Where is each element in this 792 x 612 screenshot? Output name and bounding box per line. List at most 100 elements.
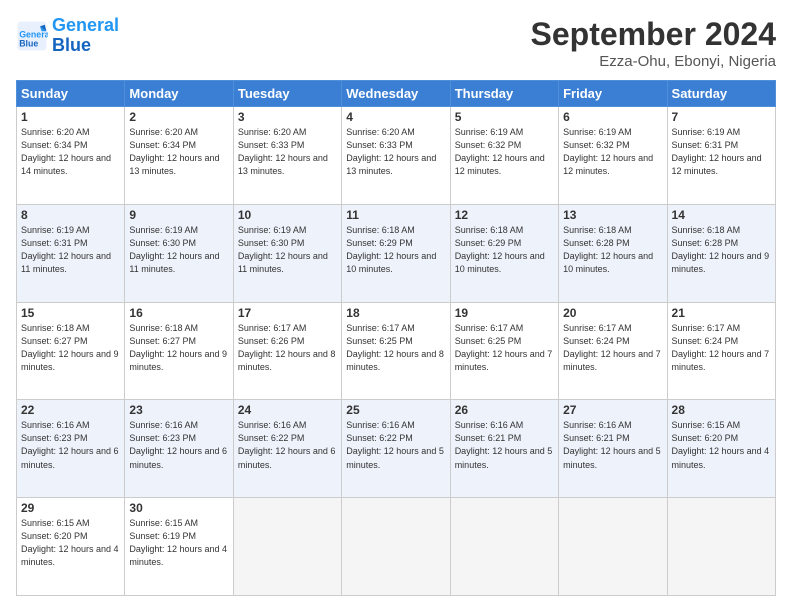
- day-info: Sunrise: 6:19 AMSunset: 6:32 PMDaylight:…: [455, 126, 554, 178]
- day-number: 2: [129, 110, 228, 124]
- col-friday: Friday: [559, 81, 667, 107]
- day-info: Sunrise: 6:17 AMSunset: 6:24 PMDaylight:…: [672, 322, 771, 374]
- day-number: 11: [346, 208, 445, 222]
- table-row: [559, 498, 667, 596]
- day-number: 8: [21, 208, 120, 222]
- table-row: [450, 498, 558, 596]
- day-info: Sunrise: 6:20 AMSunset: 6:33 PMDaylight:…: [238, 126, 337, 178]
- calendar-header-row: Sunday Monday Tuesday Wednesday Thursday…: [17, 81, 776, 107]
- table-row: 3 Sunrise: 6:20 AMSunset: 6:33 PMDaylight…: [233, 107, 341, 205]
- day-info: Sunrise: 6:17 AMSunset: 6:24 PMDaylight:…: [563, 322, 662, 374]
- day-number: 13: [563, 208, 662, 222]
- day-info: Sunrise: 6:15 AMSunset: 6:20 PMDaylight:…: [21, 517, 120, 569]
- day-number: 14: [672, 208, 771, 222]
- day-info: Sunrise: 6:19 AMSunset: 6:30 PMDaylight:…: [129, 224, 228, 276]
- table-row: 29 Sunrise: 6:15 AMSunset: 6:20 PMDayligh…: [17, 498, 125, 596]
- col-tuesday: Tuesday: [233, 81, 341, 107]
- title-block: September 2024 Ezza-Ohu, Ebonyi, Nigeria: [531, 16, 776, 70]
- page: General Blue General Blue September 2024…: [0, 0, 792, 612]
- day-number: 22: [21, 403, 120, 417]
- table-row: 5 Sunrise: 6:19 AMSunset: 6:32 PMDaylight…: [450, 107, 558, 205]
- day-number: 3: [238, 110, 337, 124]
- day-info: Sunrise: 6:19 AMSunset: 6:30 PMDaylight:…: [238, 224, 337, 276]
- table-row: 8Sunrise: 6:19 AMSunset: 6:31 PMDaylight…: [17, 204, 125, 302]
- table-row: [233, 498, 341, 596]
- day-info: Sunrise: 6:16 AMSunset: 6:23 PMDaylight:…: [21, 419, 120, 471]
- day-number: 26: [455, 403, 554, 417]
- day-number: 25: [346, 403, 445, 417]
- calendar-week-row: 8Sunrise: 6:19 AMSunset: 6:31 PMDaylight…: [17, 204, 776, 302]
- day-info: Sunrise: 6:17 AMSunset: 6:25 PMDaylight:…: [455, 322, 554, 374]
- table-row: 9 Sunrise: 6:19 AMSunset: 6:30 PMDaylight…: [125, 204, 233, 302]
- day-info: Sunrise: 6:16 AMSunset: 6:21 PMDaylight:…: [563, 419, 662, 471]
- table-row: 7 Sunrise: 6:19 AMSunset: 6:31 PMDaylight…: [667, 107, 775, 205]
- table-row: 1 Sunrise: 6:20 AMSunset: 6:34 PMDaylight…: [17, 107, 125, 205]
- table-row: 26 Sunrise: 6:16 AMSunset: 6:21 PMDayligh…: [450, 400, 558, 498]
- day-info: Sunrise: 6:18 AMSunset: 6:27 PMDaylight:…: [21, 322, 120, 374]
- day-number: 12: [455, 208, 554, 222]
- day-number: 5: [455, 110, 554, 124]
- table-row: 25 Sunrise: 6:16 AMSunset: 6:22 PMDayligh…: [342, 400, 450, 498]
- logo-icon: General Blue: [16, 20, 48, 52]
- day-number: 19: [455, 306, 554, 320]
- day-number: 9: [129, 208, 228, 222]
- table-row: 15 Sunrise: 6:18 AMSunset: 6:27 PMDayligh…: [17, 302, 125, 400]
- day-number: 15: [21, 306, 120, 320]
- day-info: Sunrise: 6:15 AMSunset: 6:19 PMDaylight:…: [129, 517, 228, 569]
- day-info: Sunrise: 6:18 AMSunset: 6:29 PMDaylight:…: [455, 224, 554, 276]
- day-info: Sunrise: 6:16 AMSunset: 6:22 PMDaylight:…: [238, 419, 337, 471]
- table-row: 17 Sunrise: 6:17 AMSunset: 6:26 PMDayligh…: [233, 302, 341, 400]
- calendar-week-row: 15 Sunrise: 6:18 AMSunset: 6:27 PMDayligh…: [17, 302, 776, 400]
- calendar-week-row: 22 Sunrise: 6:16 AMSunset: 6:23 PMDayligh…: [17, 400, 776, 498]
- table-row: 24Sunrise: 6:16 AMSunset: 6:22 PMDayligh…: [233, 400, 341, 498]
- svg-text:Blue: Blue: [19, 38, 38, 48]
- day-number: 1: [21, 110, 120, 124]
- table-row: 10 Sunrise: 6:19 AMSunset: 6:30 PMDayligh…: [233, 204, 341, 302]
- header: General Blue General Blue September 2024…: [16, 16, 776, 70]
- day-number: 10: [238, 208, 337, 222]
- day-info: Sunrise: 6:19 AMSunset: 6:31 PMDaylight:…: [672, 126, 771, 178]
- table-row: 20 Sunrise: 6:17 AMSunset: 6:24 PMDayligh…: [559, 302, 667, 400]
- day-number: 21: [672, 306, 771, 320]
- day-number: 17: [238, 306, 337, 320]
- table-row: 23 Sunrise: 6:16 AMSunset: 6:23 PMDayligh…: [125, 400, 233, 498]
- day-info: Sunrise: 6:20 AMSunset: 6:33 PMDaylight:…: [346, 126, 445, 178]
- day-info: Sunrise: 6:20 AMSunset: 6:34 PMDaylight:…: [21, 126, 120, 178]
- table-row: 6 Sunrise: 6:19 AMSunset: 6:32 PMDaylight…: [559, 107, 667, 205]
- table-row: 18Sunrise: 6:17 AMSunset: 6:25 PMDayligh…: [342, 302, 450, 400]
- table-row: 14 Sunrise: 6:18 AMSunset: 6:28 PMDayligh…: [667, 204, 775, 302]
- day-info: Sunrise: 6:19 AMSunset: 6:32 PMDaylight:…: [563, 126, 662, 178]
- col-sunday: Sunday: [17, 81, 125, 107]
- table-row: [342, 498, 450, 596]
- logo-text: General Blue: [52, 16, 119, 56]
- day-number: 28: [672, 403, 771, 417]
- day-info: Sunrise: 6:17 AMSunset: 6:25 PMDaylight:…: [346, 322, 445, 374]
- day-info: Sunrise: 6:16 AMSunset: 6:21 PMDaylight:…: [455, 419, 554, 471]
- day-info: Sunrise: 6:18 AMSunset: 6:27 PMDaylight:…: [129, 322, 228, 374]
- day-info: Sunrise: 6:18 AMSunset: 6:29 PMDaylight:…: [346, 224, 445, 276]
- day-number: 4: [346, 110, 445, 124]
- day-info: Sunrise: 6:20 AMSunset: 6:34 PMDaylight:…: [129, 126, 228, 178]
- col-monday: Monday: [125, 81, 233, 107]
- day-number: 20: [563, 306, 662, 320]
- day-info: Sunrise: 6:16 AMSunset: 6:22 PMDaylight:…: [346, 419, 445, 471]
- day-info: Sunrise: 6:18 AMSunset: 6:28 PMDaylight:…: [672, 224, 771, 276]
- table-row: 27Sunrise: 6:16 AMSunset: 6:21 PMDayligh…: [559, 400, 667, 498]
- calendar-week-row: 1 Sunrise: 6:20 AMSunset: 6:34 PMDaylight…: [17, 107, 776, 205]
- day-number: 29: [21, 501, 120, 515]
- table-row: 2 Sunrise: 6:20 AMSunset: 6:34 PMDaylight…: [125, 107, 233, 205]
- day-number: 7: [672, 110, 771, 124]
- calendar-table: Sunday Monday Tuesday Wednesday Thursday…: [16, 80, 776, 596]
- month-title: September 2024: [531, 16, 776, 53]
- day-info: Sunrise: 6:16 AMSunset: 6:23 PMDaylight:…: [129, 419, 228, 471]
- col-thursday: Thursday: [450, 81, 558, 107]
- day-number: 6: [563, 110, 662, 124]
- location: Ezza-Ohu, Ebonyi, Nigeria: [531, 53, 776, 70]
- day-number: 23: [129, 403, 228, 417]
- day-number: 30: [129, 501, 228, 515]
- table-row: 30 Sunrise: 6:15 AMSunset: 6:19 PMDayligh…: [125, 498, 233, 596]
- table-row: 16Sunrise: 6:18 AMSunset: 6:27 PMDayligh…: [125, 302, 233, 400]
- table-row: 21 Sunrise: 6:17 AMSunset: 6:24 PMDayligh…: [667, 302, 775, 400]
- day-info: Sunrise: 6:17 AMSunset: 6:26 PMDaylight:…: [238, 322, 337, 374]
- day-info: Sunrise: 6:18 AMSunset: 6:28 PMDaylight:…: [563, 224, 662, 276]
